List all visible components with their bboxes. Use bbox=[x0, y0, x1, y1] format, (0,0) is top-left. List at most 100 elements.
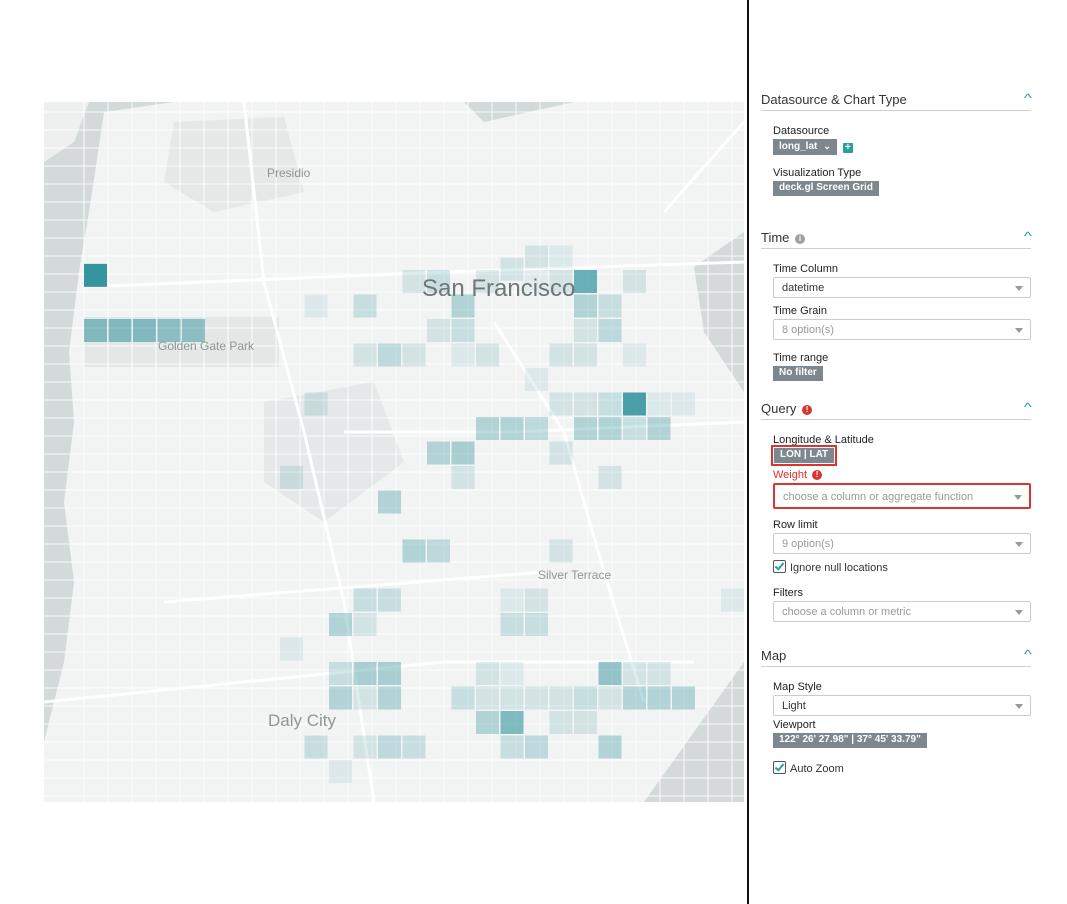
ignore-null-checkbox[interactable] bbox=[773, 560, 786, 573]
grid-cell[interactable] bbox=[280, 637, 303, 661]
grid-cell[interactable] bbox=[598, 466, 622, 489]
grid-cell[interactable] bbox=[574, 711, 597, 734]
grid-cell[interactable] bbox=[721, 588, 744, 612]
auto-zoom-row[interactable]: Auto Zoom bbox=[773, 761, 1031, 775]
grid-cell[interactable] bbox=[402, 343, 426, 367]
grid-cell[interactable] bbox=[623, 686, 646, 710]
grid-cell[interactable] bbox=[500, 686, 524, 710]
chevron-up-icon[interactable]: ^ bbox=[1024, 229, 1032, 243]
viz-type-selector[interactable]: deck.gl Screen Grid bbox=[773, 181, 879, 196]
grid-cell[interactable] bbox=[623, 270, 646, 293]
grid-cell[interactable] bbox=[427, 539, 450, 563]
grid-cell[interactable] bbox=[353, 662, 377, 685]
row-limit-select[interactable]: 9 option(s) bbox=[773, 533, 1031, 554]
grid-cell[interactable] bbox=[378, 686, 401, 710]
grid-cell[interactable] bbox=[108, 319, 132, 342]
chevron-up-icon[interactable]: ^ bbox=[1024, 91, 1032, 105]
auto-zoom-checkbox[interactable] bbox=[773, 761, 786, 774]
grid-cell[interactable] bbox=[623, 662, 646, 685]
grid-cell[interactable] bbox=[280, 466, 303, 489]
query-section-header[interactable]: Query ! ^ bbox=[761, 397, 1032, 420]
grid-cell[interactable] bbox=[353, 588, 377, 612]
grid-cell[interactable] bbox=[402, 539, 426, 563]
grid-cell[interactable] bbox=[476, 711, 499, 734]
time-range-selector[interactable]: No filter bbox=[773, 366, 823, 381]
grid-cell[interactable] bbox=[549, 441, 573, 465]
grid-cell[interactable] bbox=[574, 270, 597, 293]
grid-cell[interactable] bbox=[525, 735, 548, 759]
grid-cell[interactable] bbox=[574, 417, 597, 440]
grid-cell[interactable] bbox=[329, 686, 352, 710]
grid-cell[interactable] bbox=[402, 735, 426, 759]
grid-cell[interactable] bbox=[500, 662, 524, 685]
grid-cell[interactable] bbox=[84, 319, 107, 342]
grid-cell[interactable] bbox=[672, 392, 695, 416]
grid-cell[interactable] bbox=[476, 686, 499, 710]
grid-cell[interactable] bbox=[549, 686, 573, 710]
grid-cell[interactable] bbox=[378, 735, 401, 759]
weight-select[interactable]: choose a column or aggregate function bbox=[773, 483, 1031, 509]
grid-cell[interactable] bbox=[451, 343, 475, 367]
grid-cell[interactable] bbox=[574, 392, 597, 416]
grid-cell[interactable] bbox=[549, 245, 573, 269]
grid-cell[interactable] bbox=[672, 686, 695, 710]
grid-cell[interactable] bbox=[598, 294, 622, 318]
time-column-select[interactable]: datetime bbox=[773, 277, 1031, 298]
grid-cell[interactable] bbox=[598, 319, 622, 342]
grid-cell[interactable] bbox=[574, 294, 597, 318]
grid-cell[interactable] bbox=[500, 588, 524, 612]
grid-cell[interactable] bbox=[623, 417, 646, 440]
map-style-select[interactable]: Light bbox=[773, 695, 1031, 716]
grid-cell[interactable] bbox=[574, 343, 597, 367]
grid-cell[interactable] bbox=[304, 392, 328, 416]
grid-cell[interactable] bbox=[525, 588, 548, 612]
viewport-selector[interactable]: 122° 26' 27.98" | 37° 45' 33.79" bbox=[773, 733, 927, 748]
grid-cell[interactable] bbox=[623, 392, 646, 416]
datasource-selector[interactable]: long_lat ⌄ bbox=[773, 139, 837, 155]
grid-cell[interactable] bbox=[304, 735, 328, 759]
grid-cell[interactable] bbox=[476, 662, 499, 685]
grid-cell[interactable] bbox=[647, 417, 671, 440]
grid-cell[interactable] bbox=[378, 490, 401, 514]
grid-cell[interactable] bbox=[525, 245, 548, 269]
grid-cell[interactable] bbox=[353, 735, 377, 759]
grid-cell[interactable] bbox=[549, 343, 573, 367]
add-datasource-icon[interactable]: + bbox=[842, 143, 853, 153]
grid-cell[interactable] bbox=[378, 662, 401, 685]
grid-cell[interactable] bbox=[476, 417, 499, 440]
filters-select[interactable]: choose a column or metric bbox=[773, 601, 1031, 622]
grid-cell[interactable] bbox=[378, 343, 401, 367]
grid-cell[interactable] bbox=[304, 294, 328, 318]
grid-cell[interactable] bbox=[378, 588, 401, 612]
grid-cell[interactable] bbox=[329, 613, 352, 636]
grid-cell[interactable] bbox=[598, 735, 622, 759]
error-icon[interactable]: ! bbox=[812, 470, 823, 480]
grid-cell[interactable] bbox=[647, 662, 671, 685]
grid-cell[interactable] bbox=[525, 686, 548, 710]
grid-cell[interactable] bbox=[476, 343, 499, 367]
grid-cell[interactable] bbox=[549, 392, 573, 416]
grid-cell[interactable] bbox=[525, 368, 548, 391]
grid-cell[interactable] bbox=[427, 319, 450, 342]
time-section-header[interactable]: Time i ^ bbox=[761, 226, 1032, 249]
lonlat-selector[interactable]: LON | LAT bbox=[770, 445, 838, 466]
grid-cell[interactable] bbox=[574, 319, 597, 342]
grid-cell[interactable] bbox=[353, 343, 377, 367]
grid-cell[interactable] bbox=[647, 686, 671, 710]
grid-cell[interactable] bbox=[451, 441, 475, 465]
grid-cell[interactable] bbox=[525, 613, 548, 636]
error-icon[interactable]: ! bbox=[802, 405, 813, 415]
grid-cell[interactable] bbox=[623, 343, 646, 367]
grid-cell[interactable] bbox=[598, 392, 622, 416]
datasource-section-header[interactable]: Datasource & Chart Type ^ bbox=[761, 88, 1032, 111]
grid-cell[interactable] bbox=[451, 686, 475, 710]
grid-cell[interactable] bbox=[598, 662, 622, 685]
grid-cell[interactable] bbox=[353, 686, 377, 710]
grid-cell[interactable] bbox=[525, 417, 548, 440]
grid-cell[interactable] bbox=[500, 735, 524, 759]
chevron-up-icon[interactable]: ^ bbox=[1024, 647, 1032, 661]
grid-cell[interactable] bbox=[500, 613, 524, 636]
grid-cell[interactable] bbox=[598, 686, 622, 710]
grid-cell[interactable] bbox=[353, 294, 377, 318]
grid-cell[interactable] bbox=[574, 686, 597, 710]
